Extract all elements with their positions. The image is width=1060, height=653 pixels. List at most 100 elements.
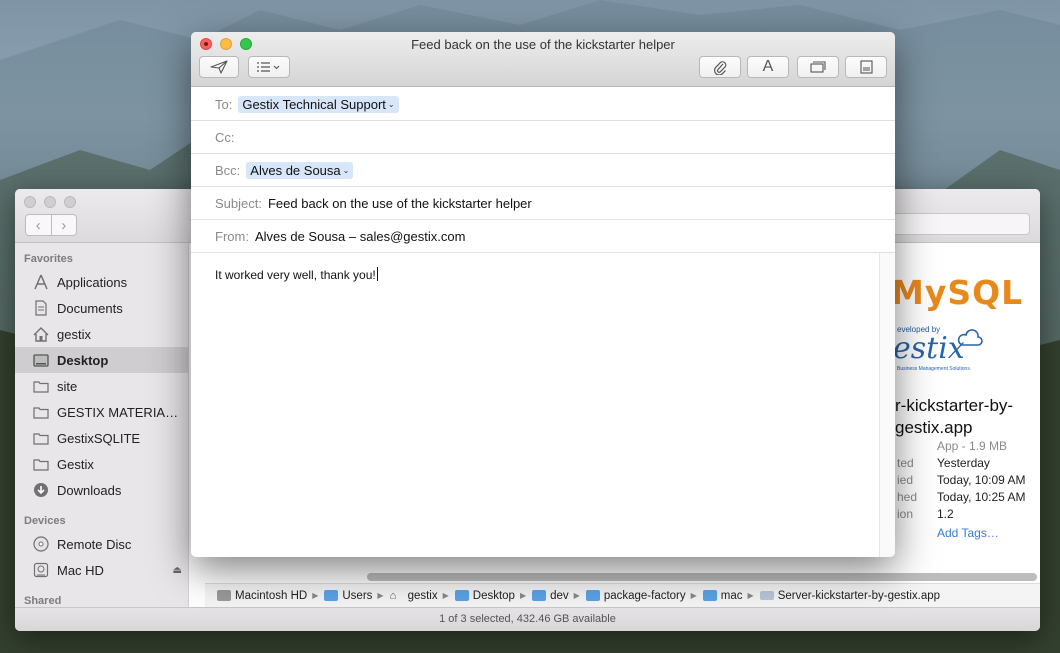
sidebar-item-gestixsqlite[interactable]: GestixSQLITE bbox=[15, 425, 188, 451]
hard-drive-icon bbox=[31, 561, 51, 579]
stationery-button[interactable] bbox=[845, 56, 887, 78]
path-bar: Macintosh HD ▶ Users ▶ ⌂ gestix ▶ Desktop… bbox=[205, 583, 1040, 607]
path-item-desktop[interactable]: Desktop bbox=[454, 590, 515, 602]
finder-close-button[interactable] bbox=[24, 196, 36, 208]
send-button[interactable] bbox=[199, 56, 239, 78]
path-item-dev[interactable]: dev bbox=[532, 590, 569, 602]
preview-pane: MySQL eveloped by estix Business Managem… bbox=[891, 243, 1040, 579]
sidebar-item-gestix[interactable]: gestix bbox=[15, 321, 188, 347]
horizontal-scrollbar[interactable] bbox=[367, 573, 1037, 581]
photo-browser-button[interactable] bbox=[797, 56, 839, 78]
sidebar-item-gestix-materia[interactable]: GESTIX MATERIA… bbox=[15, 399, 188, 425]
status-bar: 1 of 3 selected, 432.46 GB available bbox=[15, 607, 1040, 631]
path-item-macintosh-hd[interactable]: Macintosh HD bbox=[217, 590, 307, 602]
sidebar-section-devices: Devices bbox=[24, 515, 66, 527]
sidebar-item-downloads[interactable]: Downloads bbox=[15, 477, 188, 503]
bcc-row: Bcc: Alves de Sousa ⌄ bbox=[191, 154, 895, 187]
stationery-icon bbox=[859, 60, 873, 74]
path-item-app[interactable]: Server-kickstarter-by-gestix.app bbox=[759, 590, 940, 602]
documents-icon bbox=[31, 299, 51, 317]
finder-nav-buttons: ‹ › bbox=[25, 214, 77, 236]
path-separator-icon: ▶ bbox=[442, 591, 449, 600]
sidebar-item-applications[interactable]: Applications bbox=[15, 269, 188, 295]
chevron-down-icon: ⌄ bbox=[387, 99, 395, 109]
eject-icon[interactable]: ⏏ bbox=[173, 565, 182, 576]
folder-icon bbox=[31, 377, 51, 395]
vertical-scrollbar[interactable] bbox=[879, 253, 895, 557]
desktop-icon bbox=[31, 351, 51, 369]
mysql-logo: MySQL bbox=[891, 273, 1024, 312]
meta-value-modified: Today, 10:09 AM bbox=[937, 473, 1026, 487]
sidebar-item-gestix-folder[interactable]: Gestix bbox=[15, 451, 188, 477]
finder-sidebar: Favorites Applications Documents gestix … bbox=[15, 243, 189, 619]
subject-row: Subject: Feed back on the use of the kic… bbox=[191, 187, 895, 220]
paperclip-icon bbox=[713, 61, 727, 75]
sidebar-item-desktop[interactable]: Desktop bbox=[15, 347, 188, 373]
list-icon bbox=[257, 62, 280, 72]
meta-key-opened: hed bbox=[897, 490, 918, 504]
from-row: From: Alves de Sousa – sales@gestix.com bbox=[191, 220, 895, 253]
meta-value-version: 1.2 bbox=[937, 507, 954, 521]
add-tags-link[interactable]: Add Tags… bbox=[937, 526, 999, 540]
to-row: To: Gestix Technical Support ⌄ bbox=[191, 88, 895, 121]
finder-zoom-button[interactable] bbox=[64, 196, 76, 208]
message-body-text: It worked very well, thank you! bbox=[215, 268, 376, 282]
forward-chevron-icon[interactable]: › bbox=[52, 215, 77, 235]
applications-icon bbox=[31, 273, 51, 291]
meta-key-version: ion bbox=[897, 507, 914, 521]
attach-button[interactable] bbox=[699, 56, 741, 78]
bcc-recipient-token[interactable]: Alves de Sousa ⌄ bbox=[246, 161, 354, 179]
cc-row[interactable]: Cc: bbox=[191, 121, 895, 154]
meta-key-modified: ied bbox=[897, 473, 914, 487]
hard-drive-icon bbox=[217, 590, 231, 601]
disc-icon bbox=[31, 535, 51, 553]
path-separator-icon: ▶ bbox=[690, 591, 697, 600]
home-icon bbox=[31, 325, 51, 343]
gestix-tagline: Business Management Solutions bbox=[897, 366, 970, 372]
window-title: Feed back on the use of the kickstarter … bbox=[411, 37, 675, 52]
photo-browser-icon bbox=[810, 61, 826, 73]
subject-field[interactable]: Feed back on the use of the kickstarter … bbox=[268, 196, 532, 211]
path-item-mac[interactable]: mac bbox=[702, 590, 743, 602]
from-label: From: bbox=[215, 228, 249, 244]
path-separator-icon: ▶ bbox=[747, 591, 754, 600]
meta-value-opened: Today, 10:25 AM bbox=[937, 490, 1026, 504]
path-item-users[interactable]: Users bbox=[324, 590, 372, 602]
finder-search-field[interactable] bbox=[890, 213, 1030, 235]
cc-label: Cc: bbox=[215, 129, 235, 145]
path-item-gestix[interactable]: ⌂ gestix bbox=[390, 590, 438, 602]
path-separator-icon: ▶ bbox=[377, 591, 384, 600]
folder-icon bbox=[31, 403, 51, 421]
sidebar-item-remote-disc[interactable]: Remote Disc bbox=[15, 531, 188, 557]
path-separator-icon: ▶ bbox=[312, 591, 319, 600]
folder-icon bbox=[532, 590, 547, 601]
mail-compose-window: Feed back on the use of the kickstarter … bbox=[191, 32, 895, 557]
app-kind: App - 1.9 MB bbox=[937, 439, 1008, 453]
text-caret bbox=[376, 267, 378, 281]
sidebar-item-mac-hd[interactable]: Mac HD ⏏ bbox=[15, 557, 188, 583]
format-button[interactable]: A bbox=[747, 56, 789, 78]
folder-icon bbox=[702, 590, 717, 601]
folder-icon bbox=[31, 429, 51, 447]
path-separator-icon: ▶ bbox=[519, 591, 527, 600]
path-separator-icon: ▶ bbox=[573, 591, 580, 600]
folder-icon bbox=[585, 590, 600, 601]
subject-label: Subject: bbox=[215, 195, 262, 211]
folder-icon bbox=[31, 455, 51, 473]
gestix-logo: estix bbox=[893, 331, 965, 366]
home-icon: ⌂ bbox=[389, 589, 397, 602]
to-recipient-token[interactable]: Gestix Technical Support ⌄ bbox=[238, 95, 399, 113]
app-name: r-kickstarter-by-gestix.app bbox=[895, 396, 1014, 437]
path-item-package-factory[interactable]: package-factory bbox=[585, 590, 686, 602]
from-field[interactable]: Alves de Sousa – sales@gestix.com bbox=[255, 229, 465, 244]
sidebar-item-documents[interactable]: Documents bbox=[15, 295, 188, 321]
back-chevron-icon[interactable]: ‹ bbox=[26, 215, 52, 235]
meta-key-created: ted bbox=[897, 456, 914, 470]
sidebar-section-favorites: Favorites bbox=[24, 253, 73, 265]
meta-value-created: Yesterday bbox=[937, 456, 990, 470]
sidebar-item-site[interactable]: site bbox=[15, 373, 188, 399]
finder-minimize-button[interactable] bbox=[44, 196, 56, 208]
downloads-icon bbox=[31, 481, 51, 499]
message-body-editor[interactable]: It worked very well, thank you! bbox=[191, 253, 879, 557]
header-fields-button[interactable] bbox=[248, 56, 290, 78]
